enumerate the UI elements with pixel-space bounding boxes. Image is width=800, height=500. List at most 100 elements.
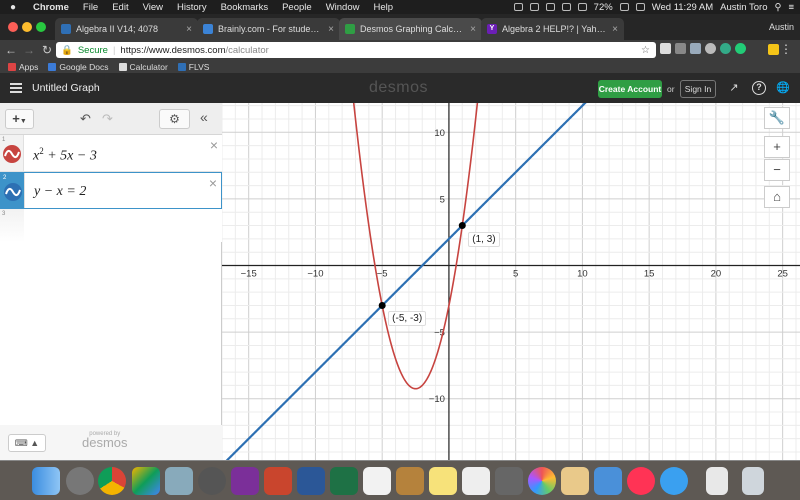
- zoom-window-icon[interactable]: [36, 22, 46, 32]
- excel-icon[interactable]: [330, 467, 358, 495]
- photos-icon[interactable]: [528, 467, 556, 495]
- user-name[interactable]: Austin Toro: [720, 2, 767, 13]
- bookmark-calculator[interactable]: Calculator: [118, 62, 168, 72]
- expression-row-selected[interactable]: 2 y − x = 2 ×: [0, 172, 222, 209]
- extension-icon[interactable]: [720, 43, 731, 54]
- extension-icon[interactable]: [768, 44, 779, 55]
- delete-expression-icon[interactable]: ×: [209, 175, 217, 191]
- help-icon[interactable]: ?: [752, 81, 766, 95]
- share-icon[interactable]: ↗: [727, 81, 741, 95]
- bookmark-flvs[interactable]: FLVS: [177, 62, 209, 72]
- tab-brainly[interactable]: Brainly.com - For students. By ×: [197, 18, 340, 40]
- image-capture-icon[interactable]: [561, 467, 589, 495]
- close-window-icon[interactable]: [8, 22, 18, 32]
- keynote-icon[interactable]: [594, 467, 622, 495]
- flag-icon[interactable]: [635, 3, 645, 11]
- menu-bookmarks[interactable]: Bookmarks: [214, 2, 276, 13]
- menu-chrome[interactable]: Chrome: [26, 2, 76, 13]
- settings-gear-icon[interactable]: ⚙: [159, 109, 190, 129]
- finder-icon[interactable]: [32, 467, 60, 495]
- zoom-out-button[interactable]: −: [764, 159, 790, 181]
- graph-canvas[interactable]: −15 −10 −5 5 10 15 20 25105−5−10: [222, 103, 800, 460]
- bookmark-google-docs[interactable]: Google Docs: [48, 62, 109, 72]
- graph-paper[interactable]: −15 −10 −5 5 10 15 20 25 10 5 −5 −10 (1, 3) (-5, -3…: [222, 103, 800, 460]
- safari-icon[interactable]: [660, 467, 688, 495]
- menu-view[interactable]: View: [136, 2, 170, 13]
- forward-icon[interactable]: →: [20, 43, 38, 57]
- lock-icon[interactable]: 🔒: [61, 45, 73, 56]
- volume-icon[interactable]: [577, 3, 587, 11]
- extension-icon[interactable]: [705, 43, 716, 54]
- expression-input[interactable]: x2 + 5x − 3: [33, 146, 97, 165]
- battery-percent[interactable]: 72%: [594, 2, 613, 13]
- bookmark-apps[interactable]: Apps: [8, 62, 38, 72]
- apple-menu-icon[interactable]: ●: [0, 2, 26, 13]
- point-label[interactable]: (1, 3): [468, 231, 500, 247]
- notes-icon[interactable]: [429, 467, 457, 495]
- menu-edit[interactable]: Edit: [105, 2, 135, 13]
- point-label[interactable]: (-5, -3): [388, 311, 427, 327]
- close-tab-icon[interactable]: ×: [186, 24, 192, 35]
- close-tab-icon[interactable]: ×: [612, 24, 618, 35]
- sign-in-button[interactable]: Sign In: [680, 80, 716, 98]
- add-item-button[interactable]: +▼: [5, 109, 34, 129]
- globe-icon[interactable]: 🌐: [776, 81, 790, 95]
- word-icon[interactable]: [297, 467, 325, 495]
- tab-algebra-ii[interactable]: Algebra II V14; 4078 ×: [55, 18, 198, 40]
- preview-icon[interactable]: [165, 467, 193, 495]
- expression-row-empty[interactable]: 3: [0, 209, 222, 242]
- menu-file[interactable]: File: [76, 2, 105, 13]
- close-tab-icon[interactable]: ×: [470, 24, 476, 35]
- zoom-in-button[interactable]: +: [764, 136, 790, 158]
- chrome-icon[interactable]: [98, 467, 126, 495]
- onenote-icon[interactable]: [231, 467, 259, 495]
- menu-window[interactable]: Window: [319, 2, 367, 13]
- collapse-panel-icon[interactable]: «: [200, 109, 208, 125]
- powerpoint-icon[interactable]: [264, 467, 292, 495]
- undo-icon[interactable]: ↶: [80, 111, 91, 127]
- extension-icon[interactable]: [735, 43, 746, 54]
- clock[interactable]: Wed 11:29 AM: [652, 2, 713, 13]
- menu-history[interactable]: History: [170, 2, 214, 13]
- tab-desmos[interactable]: Desmos Graphing Calculator ×: [339, 18, 482, 40]
- menu-people[interactable]: People: [275, 2, 319, 13]
- back-icon[interactable]: ←: [2, 43, 20, 57]
- search-icon[interactable]: ⚲: [774, 2, 781, 13]
- delete-expression-icon[interactable]: ×: [210, 137, 218, 153]
- reload-icon[interactable]: ↻: [38, 43, 56, 57]
- calendar-icon[interactable]: [363, 467, 391, 495]
- extension-icon[interactable]: [690, 43, 701, 54]
- bookmark-star-icon[interactable]: ☆: [641, 45, 656, 56]
- hamburger-menu-icon[interactable]: [10, 83, 22, 93]
- itunes-icon[interactable]: [627, 467, 655, 495]
- graph-style-icon[interactable]: [3, 145, 21, 163]
- calculator-icon[interactable]: [495, 467, 523, 495]
- bluetooth-icon[interactable]: [545, 3, 555, 11]
- chrome-menu-icon[interactable]: ⋮: [780, 42, 792, 56]
- creative-cloud-icon[interactable]: [513, 3, 523, 11]
- tab-yahoo-answers[interactable]: Y Algebra 2 HELP!? | Yahoo Ans ×: [481, 18, 624, 40]
- time-machine-icon[interactable]: [529, 3, 539, 11]
- wifi-icon[interactable]: [561, 3, 571, 11]
- graph-style-icon[interactable]: [4, 183, 22, 201]
- expression-row[interactable]: 1 x2 + 5x − 3 ×: [0, 135, 222, 172]
- system-preferences-icon[interactable]: [66, 467, 94, 495]
- document-stack-icon[interactable]: [706, 467, 728, 495]
- launchpad-icon[interactable]: [198, 467, 226, 495]
- trash-icon[interactable]: [742, 467, 764, 495]
- expression-input[interactable]: y − x = 2: [34, 184, 86, 200]
- profile-button[interactable]: Austin: [769, 22, 794, 32]
- create-account-button[interactable]: Create Account: [598, 80, 662, 98]
- keyboard-toggle-button[interactable]: ⌨ ▲: [8, 434, 46, 452]
- drive-extension-icon[interactable]: [660, 43, 671, 54]
- minimize-window-icon[interactable]: [22, 22, 32, 32]
- extension-icon[interactable]: [675, 43, 686, 54]
- menu-list-icon[interactable]: ≡: [788, 2, 794, 13]
- close-tab-icon[interactable]: ×: [328, 24, 334, 35]
- reminders-icon[interactable]: [462, 467, 490, 495]
- graph-settings-wrench-icon[interactable]: 🔧: [764, 107, 790, 129]
- graph-title[interactable]: Untitled Graph: [32, 82, 100, 94]
- redo-icon[interactable]: ↷: [102, 111, 113, 127]
- battery-icon[interactable]: [619, 3, 629, 11]
- home-icon[interactable]: ⌂: [764, 186, 790, 208]
